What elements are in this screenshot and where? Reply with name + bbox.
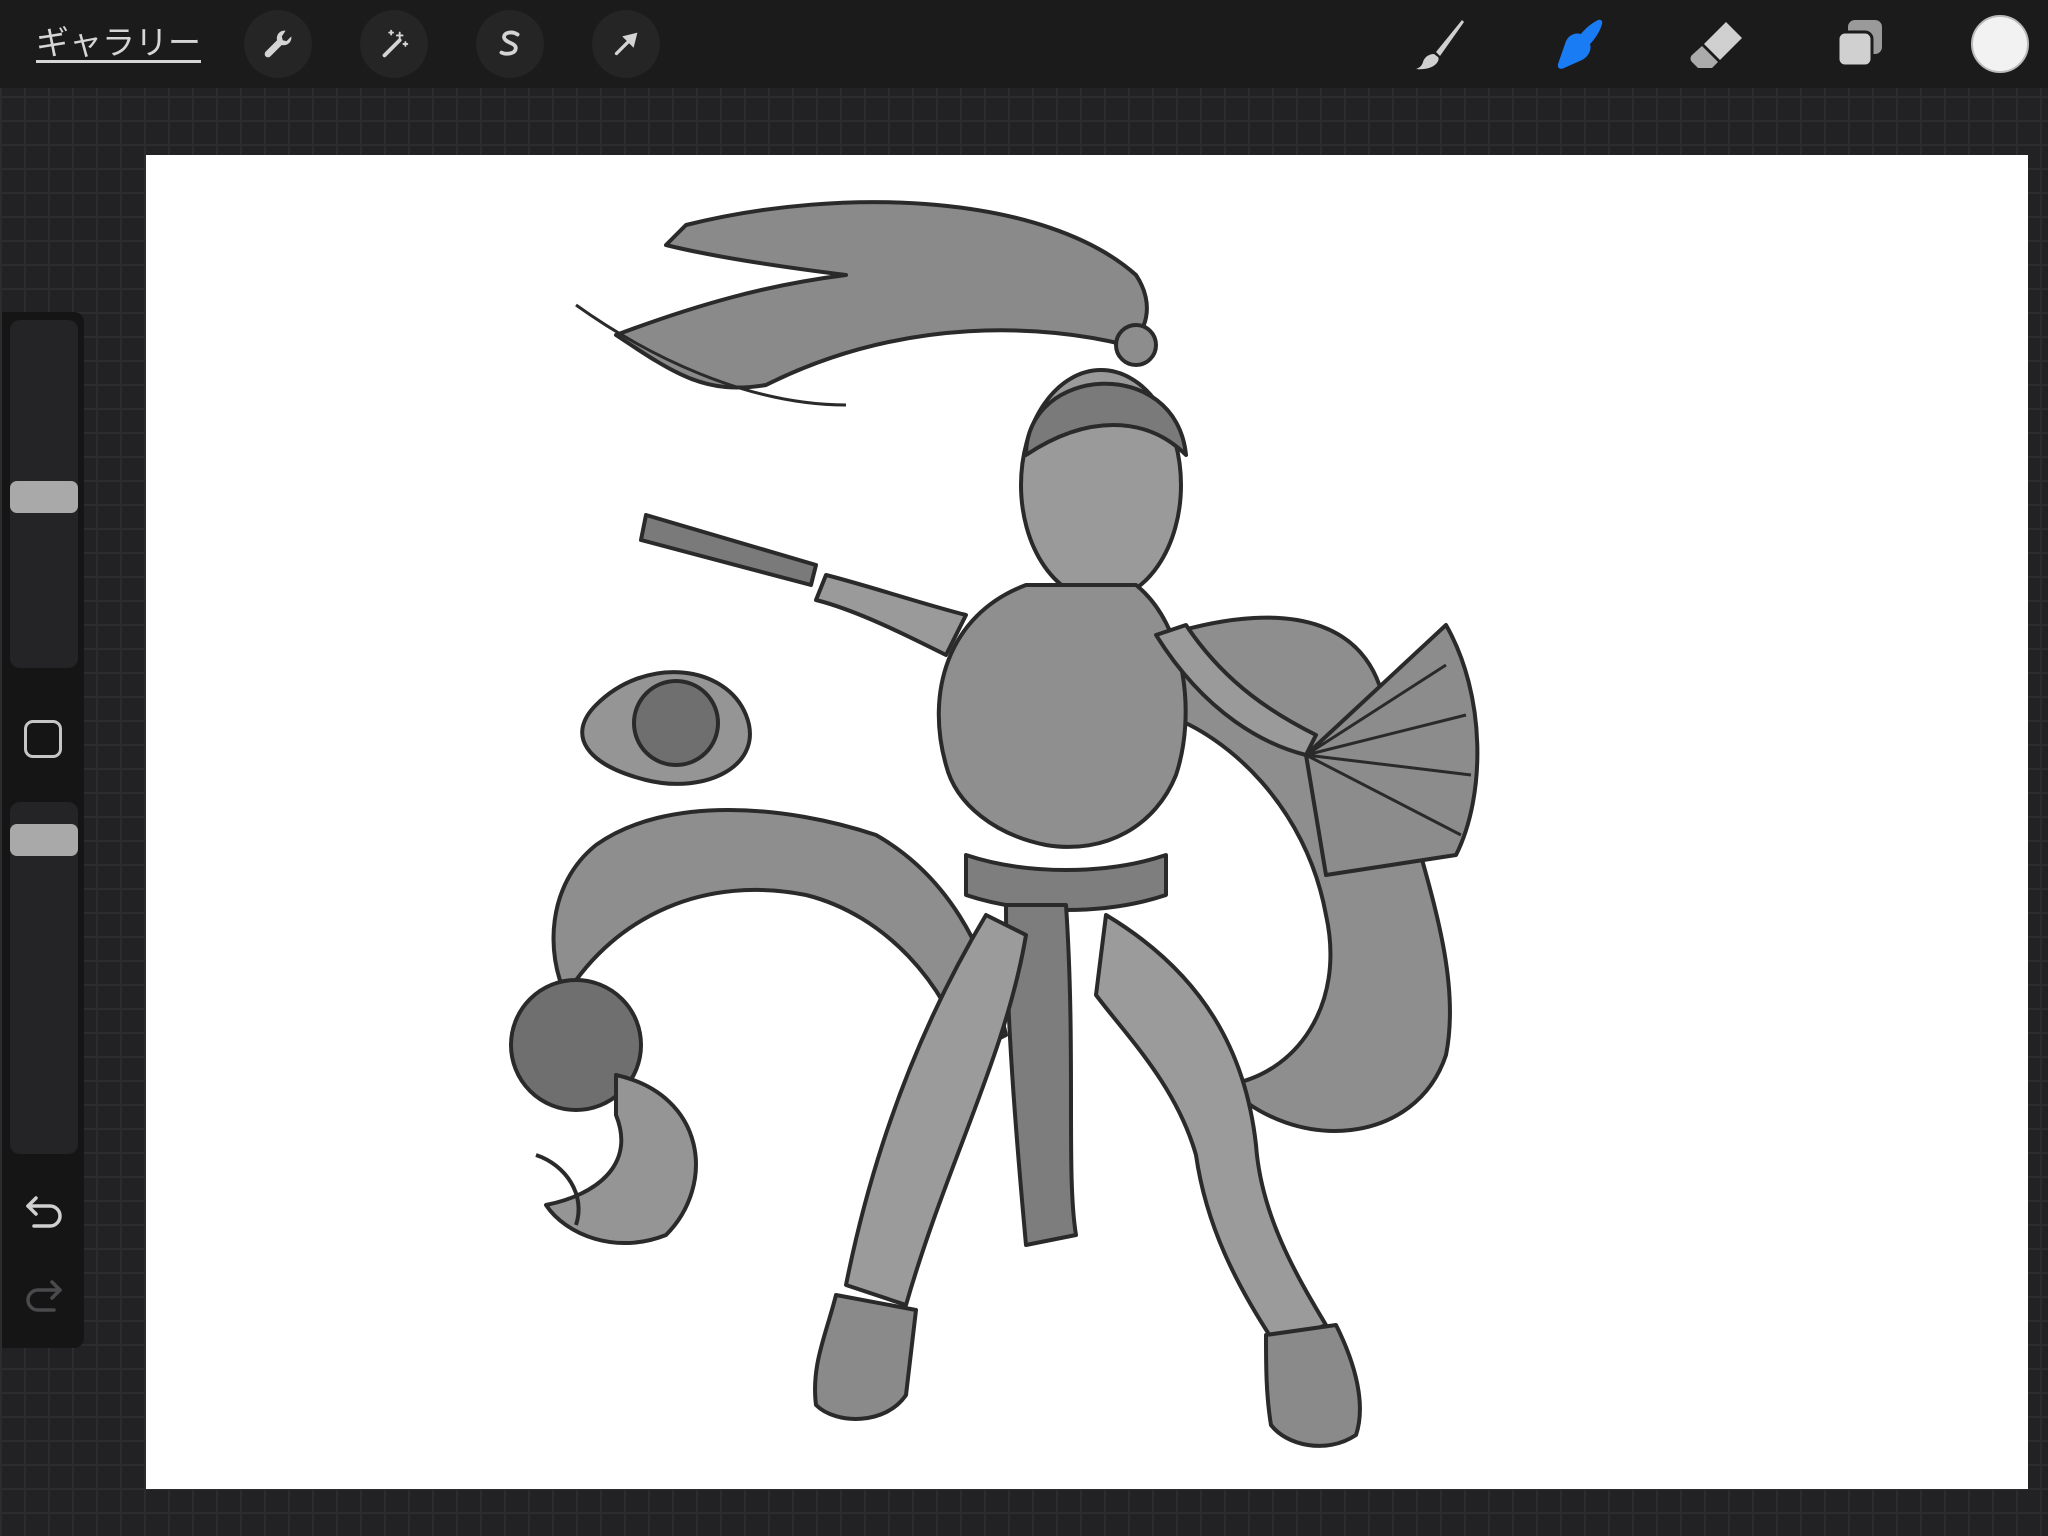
layers-icon [1836, 20, 1882, 68]
undo-button[interactable] [20, 1190, 68, 1238]
artwork-illustration [509, 200, 1480, 1448]
opacity-slider-thumb[interactable] [10, 824, 78, 857]
undo-icon [26, 1196, 62, 1228]
brush-tool-button[interactable] [1408, 12, 1472, 76]
adjustments-button[interactable] [360, 10, 428, 78]
eraser-icon [1690, 22, 1742, 68]
gallery-button[interactable]: ギャラリー [36, 20, 201, 66]
arrow-cursor-icon [614, 32, 638, 56]
top-toolbar: ギャラリー [0, 0, 2048, 88]
smudge-icon [1557, 19, 1603, 69]
redo-button[interactable] [20, 1274, 68, 1322]
layers-button[interactable] [1828, 12, 1892, 76]
modify-button[interactable] [24, 720, 62, 758]
smudge-tool-button[interactable] [1546, 12, 1610, 76]
brush-icon [1416, 20, 1464, 70]
wrench-icon [264, 30, 292, 58]
eraser-tool-button[interactable] [1686, 12, 1750, 76]
transform-button[interactable] [592, 10, 660, 78]
color-picker-swatch[interactable] [1971, 15, 2029, 73]
actions-button[interactable] [244, 10, 312, 78]
brush-size-slider-thumb[interactable] [10, 481, 78, 514]
selection-button[interactable] [476, 10, 544, 78]
drawing-canvas[interactable] [146, 155, 2028, 1489]
left-sidebar [2, 312, 84, 1348]
magic-wand-icon [382, 29, 409, 58]
redo-icon [26, 1280, 62, 1312]
selection-s-icon [499, 30, 520, 56]
